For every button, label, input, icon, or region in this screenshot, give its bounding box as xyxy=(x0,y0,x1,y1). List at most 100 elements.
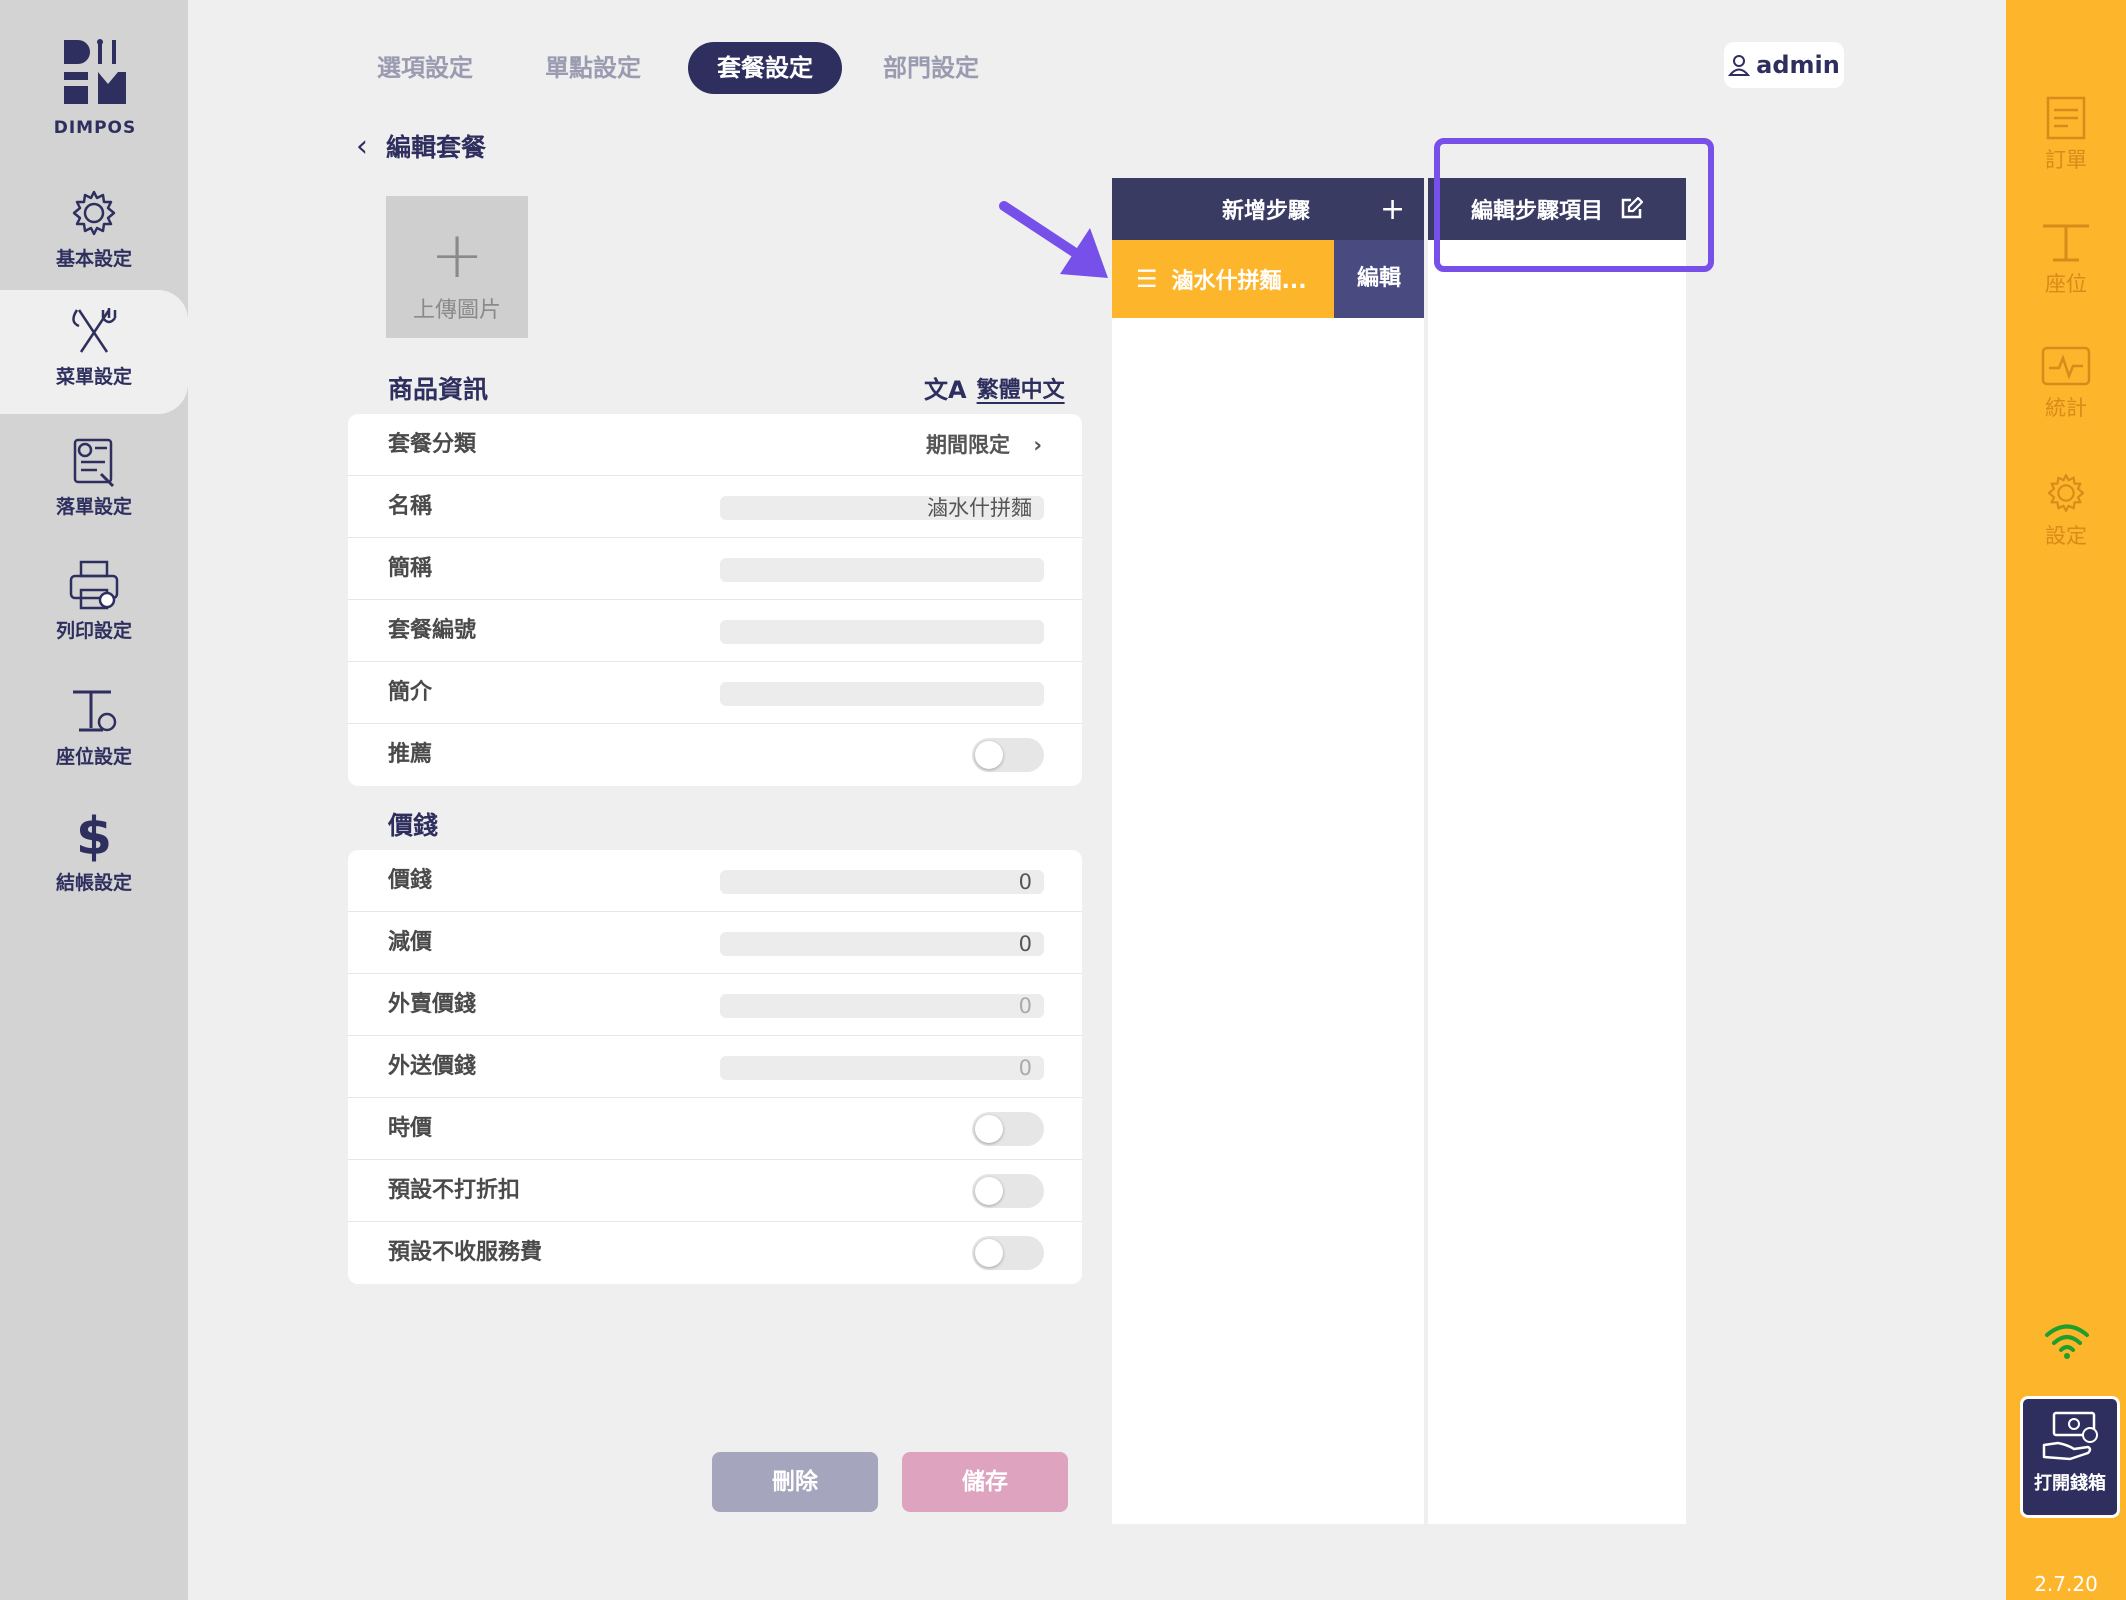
cash-drawer-icon xyxy=(2042,1411,2098,1461)
row-name: 名稱 滷水什拼麵 xyxy=(348,476,1082,538)
sidebar-item-seat-settings[interactable]: 座位設定 xyxy=(0,670,188,794)
tab-single-item-settings[interactable]: 單點設定 xyxy=(526,42,660,94)
plus-icon: + xyxy=(430,219,484,293)
sidebar-item-checkout-settings[interactable]: $ 結帳設定 xyxy=(0,796,188,920)
dollar-icon: $ xyxy=(75,807,113,867)
price-card: 價錢 0 減價 0 外賣價錢 0 外送價錢 0 時價 預設不打折扣 預設不收服務… xyxy=(348,850,1082,1284)
right-nav-settings[interactable]: 設定 xyxy=(2006,470,2126,550)
right-nav-seats[interactable]: 座位 xyxy=(2006,220,2126,298)
price-input[interactable]: 0 xyxy=(720,870,1044,894)
left-sidebar: DIMPOS 基本設定 菜單設定 落單設定 列印設定 座位設定 $ 結帳設定 xyxy=(0,0,188,1600)
row-takeaway-price: 外賣價錢 0 xyxy=(348,974,1082,1036)
logo: DIMPOS xyxy=(40,36,150,138)
row-label: 套餐分類 xyxy=(388,432,477,457)
row-label: 價錢 xyxy=(388,868,433,893)
sidebar-item-order-settings[interactable]: 落單設定 xyxy=(0,420,188,544)
order-settings-icon xyxy=(73,438,115,488)
row-label: 時價 xyxy=(388,1116,433,1141)
row-label: 預設不打折扣 xyxy=(388,1178,521,1203)
delivery-price-input[interactable]: 0 xyxy=(720,1056,1044,1080)
wifi-icon xyxy=(2045,1324,2089,1359)
row-delivery-price: 外送價錢 0 xyxy=(348,1036,1082,1098)
breadcrumb: ‹ 編輯套餐 xyxy=(356,128,486,164)
meal-category-value: 期間限定 › xyxy=(926,433,1042,457)
save-button[interactable]: 儲存 xyxy=(902,1452,1068,1512)
fork-knife-icon xyxy=(72,308,117,353)
upload-label: 上傳圖片 xyxy=(412,298,501,323)
dimpos-logo-icon xyxy=(64,39,126,104)
open-cash-drawer-button[interactable]: 打開錢箱 xyxy=(2020,1396,2120,1518)
row-price: 價錢 0 xyxy=(348,850,1082,912)
tab-department-settings[interactable]: 部門設定 xyxy=(864,42,998,94)
takeaway-price-input[interactable]: 0 xyxy=(720,994,1044,1018)
name-input[interactable]: 滷水什拼麵 xyxy=(720,496,1044,520)
brand-name: DIMPOS xyxy=(53,118,137,138)
cash-drawer-label: 打開錢箱 xyxy=(2034,1473,2106,1494)
right-sidebar: 訂單 座位 統計 設定 打開錢箱 2.7.20 xyxy=(2006,0,2126,1600)
step-edit-button[interactable]: 編輯 xyxy=(1334,240,1424,318)
short-name-input[interactable] xyxy=(720,558,1044,582)
stats-icon xyxy=(2041,346,2091,386)
recommend-toggle[interactable] xyxy=(972,738,1044,772)
add-step-button[interactable]: 新增步驟 + xyxy=(1112,178,1424,240)
product-info-title: 商品資訊 xyxy=(388,375,489,404)
row-discount: 減價 0 xyxy=(348,912,1082,974)
right-nav-label: 訂單 xyxy=(2045,148,2087,172)
delete-button[interactable]: 刪除 xyxy=(712,1452,878,1512)
version-label: 2.7.20 xyxy=(2034,1572,2098,1596)
no-discount-toggle[interactable] xyxy=(972,1174,1044,1208)
right-nav-stats[interactable]: 統計 xyxy=(2006,344,2126,422)
product-info-card: 套餐分類 期間限定 › 名稱 滷水什拼麵 簡稱 套餐編號 簡介 推薦 xyxy=(348,414,1082,786)
row-label: 外送價錢 xyxy=(388,1054,477,1079)
meal-code-input[interactable] xyxy=(720,620,1044,644)
market-price-toggle[interactable] xyxy=(972,1112,1044,1146)
user-account-button[interactable]: admin xyxy=(1724,42,1844,88)
steps-panel: 新增步驟 + ☰ 滷水什拼麵... 編輯 xyxy=(1112,178,1424,1524)
row-meal-category[interactable]: 套餐分類 期間限定 › xyxy=(348,414,1082,476)
row-label: 推薦 xyxy=(388,742,433,767)
back-chevron-icon[interactable]: ‹ xyxy=(356,129,368,164)
page-title: 編輯套餐 xyxy=(386,133,487,162)
row-no-discount: 預設不打折扣 xyxy=(348,1160,1082,1222)
sidebar-item-label: 結帳設定 xyxy=(55,872,132,894)
step-row[interactable]: ☰ 滷水什拼麵... 編輯 xyxy=(1112,240,1424,318)
tab-set-meal-settings[interactable]: 套餐設定 xyxy=(688,42,842,94)
row-label: 外賣價錢 xyxy=(388,992,477,1017)
row-label: 套餐編號 xyxy=(388,618,477,643)
discount-input[interactable]: 0 xyxy=(720,932,1044,956)
row-label: 簡稱 xyxy=(388,556,433,581)
no-service-charge-toggle[interactable] xyxy=(972,1236,1044,1270)
row-label: 預設不收服務費 xyxy=(388,1240,543,1265)
sidebar-item-label: 菜單設定 xyxy=(55,366,132,388)
pointer-arrow-icon xyxy=(999,201,1108,278)
user-name: admin xyxy=(1756,51,1840,79)
sidebar-item-label: 基本設定 xyxy=(55,248,132,270)
sidebar-item-label: 落單設定 xyxy=(55,496,132,518)
row-recommend: 推薦 xyxy=(348,724,1082,786)
language-label: 繁體中文 xyxy=(976,377,1065,403)
sidebar-item-print-settings[interactable]: 列印設定 xyxy=(0,544,188,668)
sidebar-item-basic-settings[interactable]: 基本設定 xyxy=(0,172,188,296)
gear-icon xyxy=(72,190,116,236)
sidebar-item-menu-settings[interactable]: 菜單設定 xyxy=(0,290,188,414)
price-title: 價錢 xyxy=(388,811,439,840)
highlight-box xyxy=(1434,138,1714,272)
user-icon xyxy=(1728,55,1751,76)
row-label: 減價 xyxy=(388,930,433,955)
right-nav-label: 統計 xyxy=(2045,396,2087,420)
right-nav-orders[interactable]: 訂單 xyxy=(2006,96,2126,174)
language-selector[interactable]: 文A 繁體中文 xyxy=(924,370,1065,405)
drag-handle-icon[interactable]: ☰ xyxy=(1136,265,1158,293)
tab-option-settings[interactable]: 選項設定 xyxy=(358,42,492,94)
right-nav-label: 設定 xyxy=(2045,524,2087,548)
step-item[interactable]: ☰ 滷水什拼麵... xyxy=(1112,240,1334,318)
row-description: 簡介 xyxy=(348,662,1082,724)
right-nav-label: 座位 xyxy=(2045,272,2087,296)
upload-image-button[interactable]: + 上傳圖片 xyxy=(386,196,528,338)
translate-icon: 文A xyxy=(924,376,967,404)
seat-settings-icon xyxy=(73,690,117,732)
order-icon xyxy=(2046,96,2086,140)
description-input[interactable] xyxy=(720,682,1044,706)
sidebar-item-label: 列印設定 xyxy=(55,620,132,642)
plus-icon: + xyxy=(1380,191,1406,227)
